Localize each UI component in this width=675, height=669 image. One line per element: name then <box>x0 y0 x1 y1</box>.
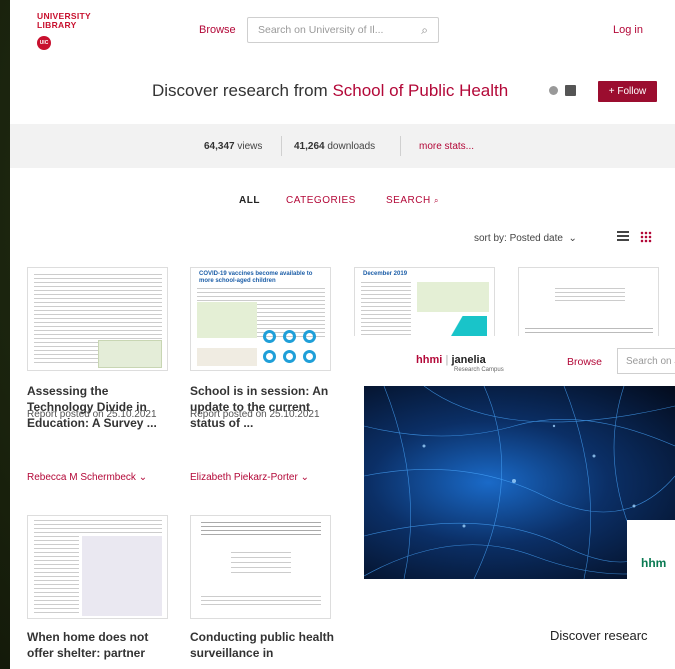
list-view-icon[interactable] <box>617 231 629 241</box>
tab-search-label: SEARCH <box>386 195 431 206</box>
browse-link[interactable]: Browse <box>199 24 236 36</box>
hhmi-janelia-logo[interactable]: hhmi | janelia <box>416 354 486 366</box>
logo-janelia: janelia <box>451 354 486 366</box>
card-thumbnail[interactable] <box>27 267 168 371</box>
logo-hhmi: hhmi <box>416 354 443 366</box>
card-thumbnail[interactable] <box>190 515 331 619</box>
card-title[interactable]: When home does not offer shelter: partne… <box>27 629 172 661</box>
chevron-down-icon: ⌄ <box>300 472 309 483</box>
thumb-heading: COVID-19 vaccines become available to mo… <box>199 271 313 284</box>
author-name: Elizabeth Piekarz-Porter <box>190 472 298 483</box>
card-meta: Report posted on 25.10.2021 <box>190 409 320 420</box>
follow-button[interactable]: + Follow <box>598 81 657 102</box>
card-author[interactable]: Elizabeth Piekarz-Porter ⌄ <box>190 472 309 483</box>
uic-badge-icon: UIC <box>37 36 51 50</box>
stats-divider <box>281 136 282 156</box>
tab-categories[interactable]: CATEGORIES <box>286 195 356 206</box>
downloads-count: 41,264 <box>294 141 325 152</box>
info-icon[interactable] <box>549 86 558 95</box>
card-meta: Report posted on 25.10.2021 <box>27 409 157 420</box>
organization-link[interactable]: School of Public Health <box>332 81 508 100</box>
tab-search[interactable]: SEARCH ⌕ <box>386 195 439 206</box>
sort-dropdown[interactable]: sort by: Posted date ⌄ <box>474 233 577 244</box>
card-title[interactable]: Conducting public health surveillance in <box>190 629 335 661</box>
stats-bar: 64,347 views 41,264 downloads more stats… <box>10 124 675 168</box>
views-stat: 64,347 views <box>204 141 262 152</box>
overlay-search-input[interactable]: Search on J <box>617 348 675 374</box>
overlay-browse-link[interactable]: Browse <box>567 356 602 368</box>
views-label: views <box>234 141 263 152</box>
chevron-down-icon: ⌄ <box>138 472 148 483</box>
overlay-card-text: hhm <box>641 556 667 570</box>
downloads-label: downloads <box>324 141 376 152</box>
overlay-page-preview: hhmi | janelia Research Campus Browse Se… <box>354 336 675 669</box>
author-name: Rebecca M Schermbeck <box>27 472 136 483</box>
overlay-top-nav: hhmi | janelia Research Campus Browse Se… <box>354 336 675 386</box>
tab-all[interactable]: ALL <box>239 195 260 206</box>
university-library-logo[interactable]: UNIVERSITY LIBRARY UIC <box>37 12 107 50</box>
search-icon: ⌕ <box>433 196 439 205</box>
sort-label: sort by: Posted date <box>474 233 563 244</box>
top-nav: UNIVERSITY LIBRARY UIC Browse Search on … <box>10 0 675 62</box>
overlay-search-placeholder: Search on J <box>626 356 675 367</box>
grid-view-icon[interactable] <box>640 231 652 243</box>
views-count: 64,347 <box>204 141 235 152</box>
overlay-page-title: Discover researc <box>550 628 648 643</box>
more-stats-link[interactable]: more stats... <box>419 141 474 152</box>
search-icon[interactable]: ⌕ <box>421 23 428 38</box>
downloads-stat: 41,264 downloads <box>294 141 375 152</box>
card-title[interactable]: Assessing the Technology Divide in Educa… <box>27 383 172 431</box>
login-link[interactable]: Log in <box>613 24 643 36</box>
card-thumbnail[interactable] <box>27 515 168 619</box>
search-input[interactable]: Search on University of Il... ⌕ <box>247 17 439 43</box>
search-placeholder: Search on University of Il... <box>258 24 384 36</box>
chevron-down-icon: ⌄ <box>565 233 577 244</box>
page-title: Discover research from School of Public … <box>152 81 508 101</box>
stats-divider <box>400 136 401 156</box>
title-prefix: Discover research from <box>152 81 333 100</box>
logo-line-2: LIBRARY <box>37 20 77 30</box>
rss-icon[interactable] <box>565 85 576 96</box>
card-thumbnail[interactable]: COVID-19 vaccines become available to mo… <box>190 267 331 371</box>
thumb-heading: December 2019 <box>363 271 408 277</box>
card-author[interactable]: Rebecca M Schermbeck ⌄ <box>27 472 147 483</box>
card-title[interactable]: School is in session: An update to the c… <box>190 383 335 431</box>
logo-subtitle: Research Campus <box>454 367 504 373</box>
overlay-featured-card[interactable]: hhm <box>627 520 675 605</box>
